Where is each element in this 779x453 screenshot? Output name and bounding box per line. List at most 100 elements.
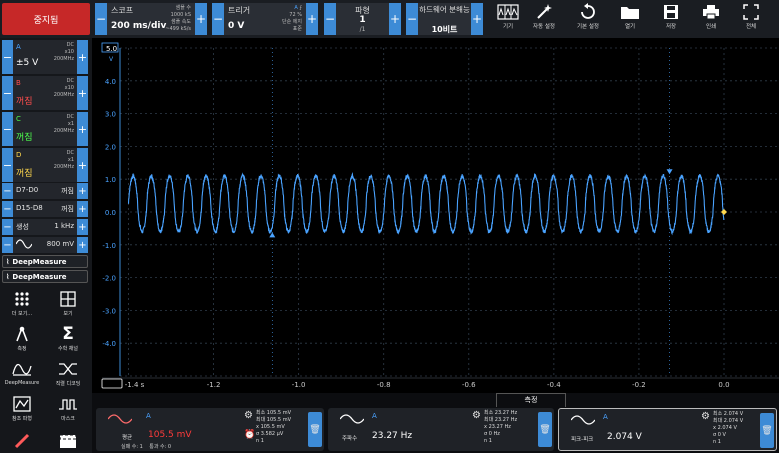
more-button[interactable]: 더 보기...: [0, 288, 44, 317]
x-tick-label: -0.4: [547, 381, 561, 389]
digital-d7-plus[interactable]: +: [77, 183, 88, 199]
channel-a-minus[interactable]: −: [2, 40, 13, 74]
default-setup-button[interactable]: 기본 설정: [567, 2, 609, 36]
channel-d-range: 꺼짐: [16, 169, 33, 179]
resolution-minus-button[interactable]: −: [406, 3, 418, 35]
y-unit-label: V: [109, 56, 114, 63]
generator-freq-plus[interactable]: +: [77, 219, 88, 235]
mask-button[interactable]: 마스크: [46, 393, 90, 422]
settings-gear-icon[interactable]: ⚙: [701, 411, 710, 422]
serial-decode-button[interactable]: 직렬 디코딩: [46, 358, 90, 387]
channel-d[interactable]: − D 꺼짐 DC x1 200MHz +: [2, 148, 88, 182]
digital-d15-minus[interactable]: −: [2, 201, 13, 217]
measure-button[interactable]: 측정: [0, 323, 44, 352]
timebase-minus-button[interactable]: −: [95, 3, 107, 35]
run-stop-button[interactable]: 중지됨: [2, 3, 90, 35]
alarm-icon: ⏰: [244, 430, 256, 440]
resolution-plus-button[interactable]: +: [471, 3, 483, 35]
settings-gear-icon[interactable]: ⚙: [472, 410, 481, 421]
deepmeasure-icon: ⌇: [6, 272, 10, 281]
y-tick-label: 0.0: [105, 209, 116, 217]
scope-plot[interactable]: 5.0 V 4.0 3.0 2.0 1.0 0.0 -1.0 -2.0 -3.0 -4.0 -1.4 …: [96, 40, 779, 390]
measurement-stats-frequency: 최소 23.27 Hz 최대 23.27 Hz x 23.27 Hz σ 0 H…: [484, 410, 518, 444]
digital-d7-minus[interactable]: −: [2, 183, 13, 199]
measurements-panel: 측정 A 평균 105.5 mV 실패 수: 1 통과 수: 0 ⚙ ⏰ 최소 …: [92, 393, 779, 453]
x-tick-label: -1.2: [207, 381, 221, 389]
trigger-minus-button[interactable]: −: [212, 3, 224, 35]
print-icon: [690, 2, 732, 22]
measurement-value-peak-to-peak: 2.074 V: [607, 432, 642, 442]
deepmeasure-item-1[interactable]: ⌇ DeepMeasure: [2, 255, 88, 268]
delete-measurement-button[interactable]: 🗑: [760, 413, 774, 448]
channel-b[interactable]: − B 꺼짐 DC x10 200MHz +: [2, 76, 88, 110]
channel-b-plus[interactable]: +: [77, 76, 88, 110]
view-button[interactable]: 보기: [46, 288, 90, 317]
x-tick-label: -0.8: [377, 381, 391, 389]
y-tick-label: -4.0: [102, 340, 116, 348]
channel-a-trace: [127, 172, 725, 236]
clapper-button[interactable]: [46, 430, 90, 452]
digital-d15-d8[interactable]: − D15-D8 꺼짐 +: [2, 201, 88, 217]
trigger-plus-button[interactable]: +: [306, 3, 318, 35]
clapper-icon: [46, 430, 90, 452]
scope-app: 중지됨 − 스코프 200 ms/div 샘플 수 1000 kS 샘플 속도 ~49…: [0, 0, 779, 453]
trigger-level[interactable]: 0 V: [228, 21, 244, 31]
measurement-card-mean[interactable]: A 평균 105.5 mV 실패 수: 1 통과 수: 0 ⚙ ⏰ 최소 105…: [96, 408, 324, 451]
waveform-minus-button[interactable]: −: [324, 3, 336, 35]
waveform-chart[interactable]: 5.0V4.03.02.01.00.0-1.0-2.0-3.0-4.0-1.4 …: [96, 40, 779, 390]
settings-gear-icon[interactable]: ⚙: [244, 410, 253, 421]
measurement-card-peak-to-peak[interactable]: A 피크-피크 2.074 V ⚙ 최소 2.074 V 최대 2.074 V …: [558, 408, 777, 451]
reference-icon: [0, 393, 44, 415]
channel-d-plus[interactable]: +: [77, 148, 88, 182]
open-button[interactable]: 열기: [609, 2, 651, 36]
measurements-tab[interactable]: 측정: [496, 393, 566, 407]
digital-d15-plus[interactable]: +: [77, 201, 88, 217]
wand-icon: [523, 2, 565, 22]
reference-waveform-button[interactable]: 참조 파형: [0, 393, 44, 422]
rising-edge-icon: ⨍: [299, 5, 302, 11]
sine-icon: [339, 414, 365, 426]
channel-d-minus[interactable]: −: [2, 148, 13, 182]
fullscreen-button[interactable]: 전체: [730, 2, 772, 36]
trash-icon: 🗑: [309, 424, 321, 435]
decode-icon: [46, 358, 90, 380]
channel-a-plus[interactable]: +: [77, 40, 88, 74]
channel-c-plus[interactable]: +: [77, 112, 88, 146]
sine-icon: [15, 239, 33, 251]
trigger-marker: [721, 209, 727, 215]
delete-measurement-button[interactable]: 🗑: [308, 412, 322, 447]
save-button[interactable]: 저장: [650, 2, 692, 36]
max-marker: [666, 169, 673, 175]
waveform-group: − 파형 1 /1 +: [324, 3, 401, 35]
waveform-plus-button[interactable]: +: [389, 3, 401, 35]
channel-c[interactable]: − C 꺼짐 DC x1 200MHz +: [2, 112, 88, 146]
sine-icon: [107, 414, 133, 426]
scope-info: 샘플 수 1000 kS 샘플 속도 ~499 kS/s: [165, 5, 191, 32]
deepmeasure-icon: ⌇: [6, 257, 10, 266]
deepmeasure-button[interactable]: DeepMeasure: [0, 358, 44, 386]
generator-amp-minus[interactable]: −: [2, 237, 13, 253]
timebase-plus-button[interactable]: +: [195, 3, 207, 35]
measurement-card-frequency[interactable]: A 주파수 23.27 Hz ⚙ 최소 23.27 Hz 최대 23.27 Hz…: [328, 408, 554, 451]
generator-frequency[interactable]: − 생성 1 kHz +: [2, 219, 88, 235]
ruler-button[interactable]: [0, 430, 44, 452]
channel-b-minus[interactable]: −: [2, 76, 13, 110]
delete-measurement-button[interactable]: 🗑: [538, 412, 552, 447]
y-tick-label: 1.0: [105, 176, 116, 184]
math-channel-button[interactable]: Σ 수학 채널: [46, 323, 90, 352]
generator-amp-plus[interactable]: +: [77, 237, 88, 253]
generator-freq-minus[interactable]: −: [2, 219, 13, 235]
reset-icon: [567, 2, 609, 22]
channel-a-range: ±5 V: [16, 58, 39, 68]
print-button[interactable]: 인쇄: [690, 2, 732, 36]
y-tick-label: -1.0: [102, 242, 116, 250]
digital-d7-d0[interactable]: − D7-D0 꺼짐 +: [2, 183, 88, 199]
autosetup-button[interactable]: 자동 설정: [523, 2, 565, 36]
generator-amplitude[interactable]: − 800 mV +: [2, 237, 88, 253]
deepmeasure-item-2[interactable]: ⌇ DeepMeasure: [2, 270, 88, 283]
y-tick-label: 2.0: [105, 143, 116, 151]
waveform-index: 1: [359, 15, 366, 25]
waveform-total: /1: [359, 26, 366, 33]
channel-c-minus[interactable]: −: [2, 112, 13, 146]
channel-a[interactable]: − A ±5 V DC x10 200MHz +: [2, 40, 88, 74]
